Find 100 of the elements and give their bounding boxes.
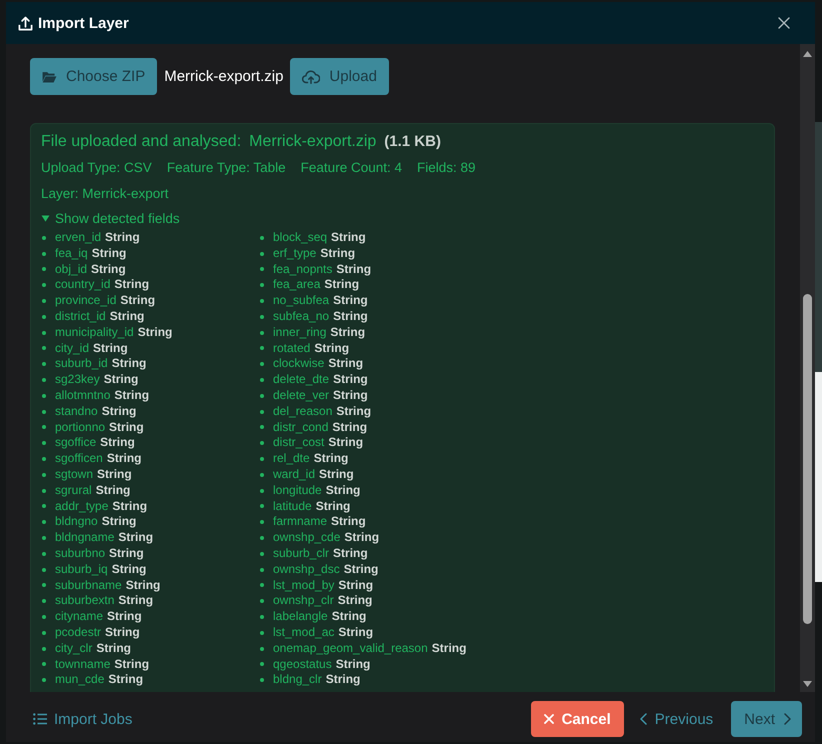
next-button[interactable]: Next <box>731 701 802 737</box>
bullet-icon <box>260 362 264 366</box>
chevron-right-icon <box>784 713 791 725</box>
bullet-icon <box>260 299 264 304</box>
bullet-icon <box>260 504 264 508</box>
field-name: suburb_clr <box>273 546 330 562</box>
field-name: district_id <box>55 308 106 325</box>
field-type: String <box>333 308 368 325</box>
field-name: lst_mod_by <box>273 578 334 594</box>
field-type: String <box>314 340 350 356</box>
field-name: country_id <box>55 277 110 294</box>
bullet-icon <box>260 425 264 430</box>
field-name: onemap_geom_valid_reason <box>273 640 428 657</box>
field-type: String <box>344 530 380 546</box>
bullet-icon <box>260 488 264 493</box>
fields-toggle[interactable]: Show detected fields <box>55 210 180 226</box>
field-type: String <box>333 372 368 388</box>
previous-button[interactable]: Previous <box>636 701 716 737</box>
result-file-name: Merrick-export.zip <box>249 132 376 152</box>
bullet-icon <box>42 583 46 588</box>
caret-icon[interactable] <box>41 214 50 222</box>
upload-button[interactable]: Upload <box>290 58 389 95</box>
file-name: Merrick-export.zip <box>164 68 284 85</box>
field-name: sgtown <box>55 466 94 483</box>
scrollbar[interactable] <box>800 44 815 692</box>
field-type: String <box>109 546 144 562</box>
stat-label: Fields: 89 <box>416 159 476 177</box>
scroll-down-arrow-icon[interactable] <box>803 681 812 687</box>
field-type: String <box>333 388 368 404</box>
bullet-icon <box>42 410 46 414</box>
bullet-icon <box>260 330 264 335</box>
field-type: String <box>344 562 378 578</box>
cloud-upload-icon <box>302 70 320 84</box>
bullet-icon <box>260 536 264 540</box>
bullet-icon <box>260 646 264 651</box>
field-type: String <box>97 466 132 483</box>
field-name: pcodestr <box>55 624 102 641</box>
cancel-button[interactable]: Cancel <box>530 701 624 737</box>
bullet-icon <box>42 252 46 256</box>
field-name: sgrural <box>55 482 92 499</box>
field-type: String <box>336 656 370 672</box>
bullet-icon <box>260 615 264 620</box>
field-type: String <box>114 277 150 294</box>
bullet-icon <box>42 646 46 651</box>
bullet-icon <box>42 283 46 288</box>
field-type: String <box>109 420 144 436</box>
field-type: String <box>110 308 144 325</box>
import-jobs-link[interactable]: Import Jobs <box>33 710 132 728</box>
field-type: String <box>432 640 466 657</box>
field-type: String <box>331 514 366 530</box>
field-type: String <box>93 340 128 356</box>
field-type: String <box>102 514 136 530</box>
field-name: suburbno <box>55 546 106 562</box>
scrollbar-thumb[interactable] <box>803 294 812 624</box>
field-type: String <box>102 404 136 420</box>
field-type: String <box>326 482 360 499</box>
field-name: delete_ver <box>273 388 330 404</box>
field-name: no_subfea <box>273 293 330 309</box>
field-name: municipality_id <box>55 324 134 341</box>
field-name: rel_dte <box>273 451 310 467</box>
field-name: province_id <box>55 293 116 309</box>
field-type: String <box>333 546 368 562</box>
field-name: mun_cde <box>55 672 104 688</box>
bullet-icon <box>260 630 264 635</box>
field-type: String <box>104 372 138 388</box>
field-name: labelangle <box>273 609 328 625</box>
close-icon[interactable] <box>778 17 790 29</box>
field-name: portionno <box>55 420 106 436</box>
field-name: cityname <box>55 609 104 625</box>
field-name: standno <box>55 404 98 420</box>
field-name: latitude <box>273 498 312 514</box>
bullet-icon <box>42 536 46 540</box>
scroll-up-arrow-icon[interactable] <box>803 51 812 57</box>
bullet-icon <box>260 267 264 272</box>
field-type: String <box>107 609 142 625</box>
bullet-icon <box>42 267 46 272</box>
field-name: del_reason <box>273 404 332 420</box>
bullet-icon <box>42 314 46 319</box>
field-name: block_seq <box>273 230 328 246</box>
field-name: inner_ring <box>273 324 326 341</box>
field-type: String <box>332 609 366 625</box>
field-name: fea_area <box>273 277 320 294</box>
choose-zip-button[interactable]: Choose ZIP <box>30 58 158 95</box>
field-type: String <box>112 562 146 578</box>
field-name: delete_dte <box>273 372 330 388</box>
field-type: String <box>118 530 154 546</box>
bullet-icon <box>260 520 264 524</box>
field-type: String <box>314 451 348 467</box>
field-type: String <box>118 593 154 610</box>
bullet-icon <box>260 283 264 288</box>
field-type: String <box>92 246 126 262</box>
bullet-icon <box>42 394 46 398</box>
folder-icon <box>42 70 57 82</box>
field-name: bldngno <box>55 514 98 530</box>
field-type: String <box>105 230 140 246</box>
field-name: erven_id <box>55 230 102 246</box>
close-icon <box>544 714 554 724</box>
bullet-icon <box>260 378 264 382</box>
bullet-icon <box>260 662 264 666</box>
field-name: ownshp_clr <box>273 593 334 610</box>
